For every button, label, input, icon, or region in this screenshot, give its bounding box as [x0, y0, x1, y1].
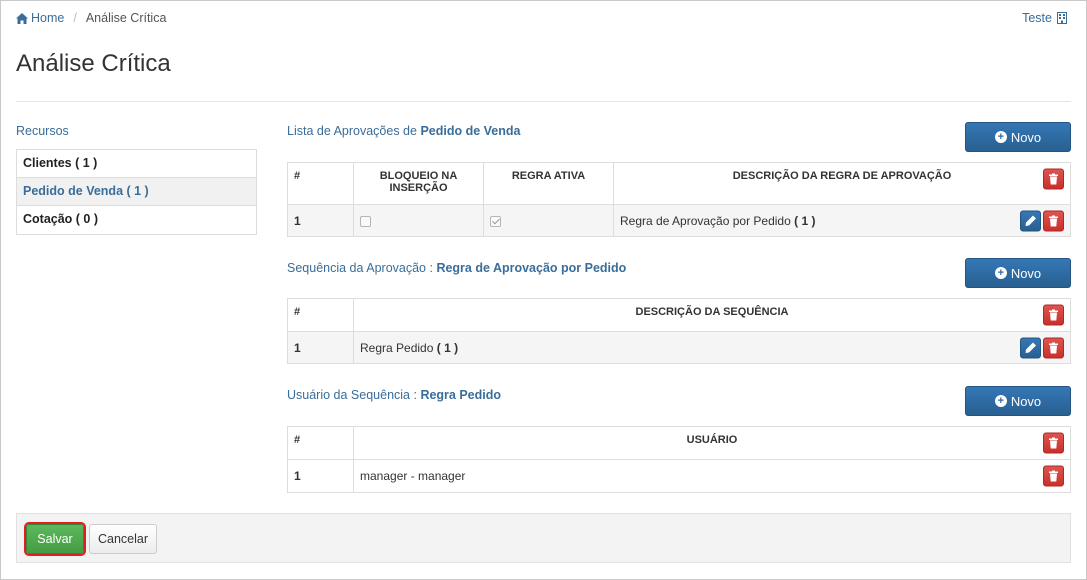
table-row[interactable]: 1 manager - manager: [287, 459, 1071, 493]
row-num: 1: [287, 459, 354, 493]
column-header-block: BLOQUEIO NA INSERÇÃO: [353, 162, 484, 205]
row-description-cell: Regra Pedido ( 1 ): [353, 331, 1071, 364]
trash-icon: [1049, 309, 1058, 321]
delete-all-approvals-button[interactable]: [1043, 168, 1064, 190]
breadcrumb: Home / Análise Crítica: [16, 11, 166, 25]
user-menu-link[interactable]: Teste: [1022, 11, 1067, 25]
resources-list: Clientes ( 1 ) Pedido de Venda ( 1 ) Cot…: [16, 149, 257, 235]
pencil-icon: [1025, 342, 1036, 353]
column-header-description-label: DESCRIÇÃO DA REGRA DE APROVAÇÃO: [732, 170, 952, 182]
trash-icon: [1049, 173, 1058, 185]
trash-icon: [1049, 342, 1058, 353]
users-title-target: Regra Pedido: [420, 388, 502, 402]
delete-all-users-button[interactable]: [1043, 432, 1064, 454]
user-name: Teste: [1022, 11, 1052, 25]
column-header-user: USUÁRIO: [353, 426, 1071, 460]
form-footer: Salvar Cancelar: [16, 513, 1071, 563]
table-row[interactable]: 1 Regra de Aprovação por Pedido ( 1 ): [287, 204, 1071, 237]
sequence-new-label: Novo: [1010, 265, 1042, 281]
row-description: Regra Pedido: [360, 340, 434, 355]
row-user-cell: manager - manager: [353, 459, 1071, 493]
table-header-row: # DESCRIÇÃO DA SEQUÊNCIA: [287, 298, 1071, 332]
plus-circle-icon: +: [994, 267, 1007, 279]
trash-icon: [1049, 437, 1058, 449]
users-new-button[interactable]: + Novo: [965, 386, 1071, 416]
plus-circle-icon: +: [994, 395, 1007, 407]
page-frame: [0, 0, 1087, 580]
row-num: 1: [287, 204, 354, 237]
breadcrumb-separator: /: [73, 11, 77, 25]
approvals-new-label: Novo: [1010, 129, 1042, 145]
table-header-row: # BLOQUEIO NA INSERÇÃO REGRA ATIVA DESCR…: [287, 162, 1071, 205]
row-description-cell: Regra de Aprovação por Pedido ( 1 ): [613, 204, 1071, 237]
pencil-icon: [1025, 215, 1036, 226]
sequence-new-button[interactable]: + Novo: [965, 258, 1071, 288]
table-row[interactable]: 1 Regra Pedido ( 1 ): [287, 331, 1071, 364]
edit-sequence-button[interactable]: [1020, 337, 1041, 358]
plus-circle-icon: +: [994, 131, 1007, 143]
users-new-label: Novo: [1010, 393, 1042, 409]
trash-icon: [1049, 470, 1058, 482]
breadcrumb-home-label: Home: [31, 11, 65, 25]
page-title: Análise Crítica: [16, 50, 171, 77]
approvals-title: Lista de Aprovações de Pedido de Venda: [287, 124, 520, 138]
row-num: 1: [287, 331, 354, 364]
edit-approval-button[interactable]: [1020, 210, 1041, 231]
block-checkbox[interactable]: [360, 215, 371, 227]
approvals-title-target: Pedido de Venda: [420, 124, 521, 138]
column-header-user-label: USUÁRIO: [686, 434, 738, 446]
resource-item-pedido-de-venda[interactable]: Pedido de Venda ( 1 ): [17, 178, 256, 206]
users-table: # USUÁRIO 1 manager - manager: [287, 426, 1071, 493]
table-header-row: # USUÁRIO: [287, 426, 1071, 460]
resource-item-clientes[interactable]: Clientes ( 1 ): [17, 150, 256, 178]
sequence-title-target: Regra de Aprovação por Pedido: [436, 261, 627, 275]
row-active-cell: [483, 204, 614, 237]
sequence-title-prefix: Sequência da Aprovação :: [287, 261, 433, 275]
title-divider: [16, 101, 1071, 102]
home-icon: [16, 12, 28, 24]
delete-sequence-button[interactable]: [1043, 337, 1064, 358]
column-header-sequence: DESCRIÇÃO DA SEQUÊNCIA: [353, 298, 1071, 332]
column-header-active: REGRA ATIVA: [483, 162, 614, 205]
column-header-num: #: [287, 298, 354, 332]
delete-approval-button[interactable]: [1043, 210, 1064, 231]
resource-item-cotacao[interactable]: Cotação ( 0 ): [17, 206, 256, 234]
active-checkbox[interactable]: [490, 215, 501, 227]
row-description-count: ( 1 ): [436, 340, 459, 355]
breadcrumb-current: Análise Crítica: [85, 11, 167, 25]
approvals-new-button[interactable]: + Novo: [965, 122, 1071, 152]
sequence-title: Sequência da Aprovação : Regra de Aprova…: [287, 261, 626, 275]
users-title: Usuário da Sequência : Regra Pedido: [287, 388, 501, 402]
resources-title: Recursos: [16, 124, 69, 138]
save-button[interactable]: Salvar: [26, 524, 84, 554]
delete-user-button[interactable]: [1043, 465, 1064, 487]
approvals-title-prefix: Lista de Aprovações de: [287, 124, 417, 138]
row-block-cell: [353, 204, 484, 237]
cancel-button[interactable]: Cancelar: [89, 524, 157, 554]
row-description-count: ( 1 ): [794, 213, 816, 228]
column-header-description: DESCRIÇÃO DA REGRA DE APROVAÇÃO: [613, 162, 1071, 205]
sequence-table: # DESCRIÇÃO DA SEQUÊNCIA 1 Regra Pedido …: [287, 298, 1071, 364]
column-header-num: #: [287, 426, 354, 460]
column-header-sequence-label: DESCRIÇÃO DA SEQUÊNCIA: [635, 306, 789, 318]
row-description: Regra de Aprovação por Pedido: [620, 213, 791, 228]
breadcrumb-home-link[interactable]: Home: [16, 11, 64, 25]
column-header-num: #: [287, 162, 354, 205]
delete-all-sequences-button[interactable]: [1043, 304, 1064, 326]
building-icon: [1057, 12, 1067, 24]
users-title-prefix: Usuário da Sequência :: [287, 388, 417, 402]
row-user: manager - manager: [360, 469, 466, 483]
approvals-table: # BLOQUEIO NA INSERÇÃO REGRA ATIVA DESCR…: [287, 162, 1071, 237]
trash-icon: [1049, 215, 1058, 226]
